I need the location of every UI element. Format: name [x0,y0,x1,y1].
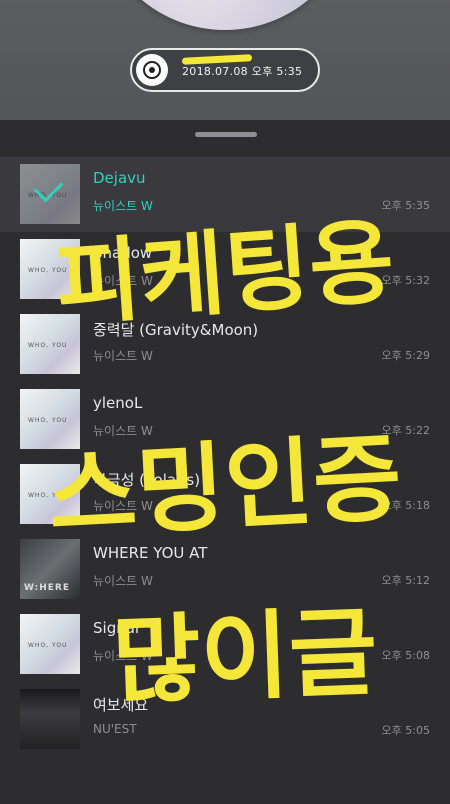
artist-name: 뉴이스트 W [93,574,153,588]
cover-text: W:HERE [24,583,71,593]
song-title: Dejavu [93,169,146,187]
song-title: ylenoL [93,394,143,412]
album-thumbnail: WHO, YOU [20,614,80,674]
artist-name: 뉴이스트 W [93,649,153,663]
song-title: 여보세요 [93,696,149,714]
album-thumbnail: WHO, YOU [20,389,80,449]
artist-name: 뉴이스트 W [93,274,153,288]
song-title: WHERE YOU AT [93,544,208,562]
cover-text: WHO, YOU [28,267,68,274]
artist-name: 뉴이스트 W [93,199,153,213]
history-item[interactable]: WHO, YOU 중력달 (Gravity&Moon) 뉴이스트 W 오후 5:… [0,307,450,382]
history-sheet: WHO, YOU Dejavu 뉴이스트 W 오후 5:35 WHO, YOU … [0,120,450,800]
album-thumbnail: WHO, YOU [20,464,80,524]
artist-name: 뉴이스트 W [93,424,153,438]
album-thumbnail: WHO, YOU [20,239,80,299]
played-time: 오후 5:32 [381,274,430,287]
drag-handle[interactable] [195,132,257,137]
playback-history-pill[interactable]: 2018.07.08 오후 5:35 [130,48,320,92]
song-title: Signal [93,619,140,637]
cover-text: WHO, YOU [28,492,68,499]
history-item[interactable]: WHO, YOU Signal 뉴이스트 W 오후 5:08 [0,607,450,682]
album-thumbnail: W:HERE [20,539,80,599]
artist-name: 뉴이스트 W [93,349,153,363]
timestamp-label: 2018.07.08 오후 5:35 [182,65,303,78]
played-time: 오후 5:22 [381,424,430,437]
album-thumbnail [20,689,80,749]
now-playing-header: 2018.07.08 오후 5:35 [0,0,450,120]
history-item[interactable]: 여보세요 NU'EST 오후 5:05 [0,682,450,757]
history-item[interactable]: WHO, YOU Dejavu 뉴이스트 W 오후 5:35 [0,157,450,232]
artist-name: 뉴이스트 W [93,499,153,513]
history-item[interactable]: W:HERE WHERE YOU AT 뉴이스트 W 오후 5:12 [0,532,450,607]
history-item[interactable]: WHO, YOU ylenoL 뉴이스트 W 오후 5:22 [0,382,450,457]
played-time: 오후 5:18 [381,499,430,512]
played-time: 오후 5:12 [381,574,430,587]
album-thumbnail: WHO, YOU [20,314,80,374]
played-time: 오후 5:05 [381,724,430,737]
history-item[interactable]: WHO, YOU Shadow 뉴이스트 W 오후 5:32 [0,232,450,307]
vinyl-disc-icon [136,54,168,86]
cover-text: WHO, YOU [28,342,68,349]
song-title: 북극성 (Polaris) [93,471,201,489]
played-time: 오후 5:35 [381,199,430,212]
song-title: 중력달 (Gravity&Moon) [93,321,259,339]
cover-text: WHO, YOU [28,642,68,649]
played-time: 오후 5:29 [381,349,430,362]
history-item[interactable]: WHO, YOU 북극성 (Polaris) 뉴이스트 W 오후 5:18 [0,457,450,532]
cover-text: WHO, YOU [28,417,68,424]
song-title: Shadow [93,244,153,262]
artist-name: NU'EST [93,722,137,736]
album-cover-disc [95,0,355,30]
played-time: 오후 5:08 [381,649,430,662]
